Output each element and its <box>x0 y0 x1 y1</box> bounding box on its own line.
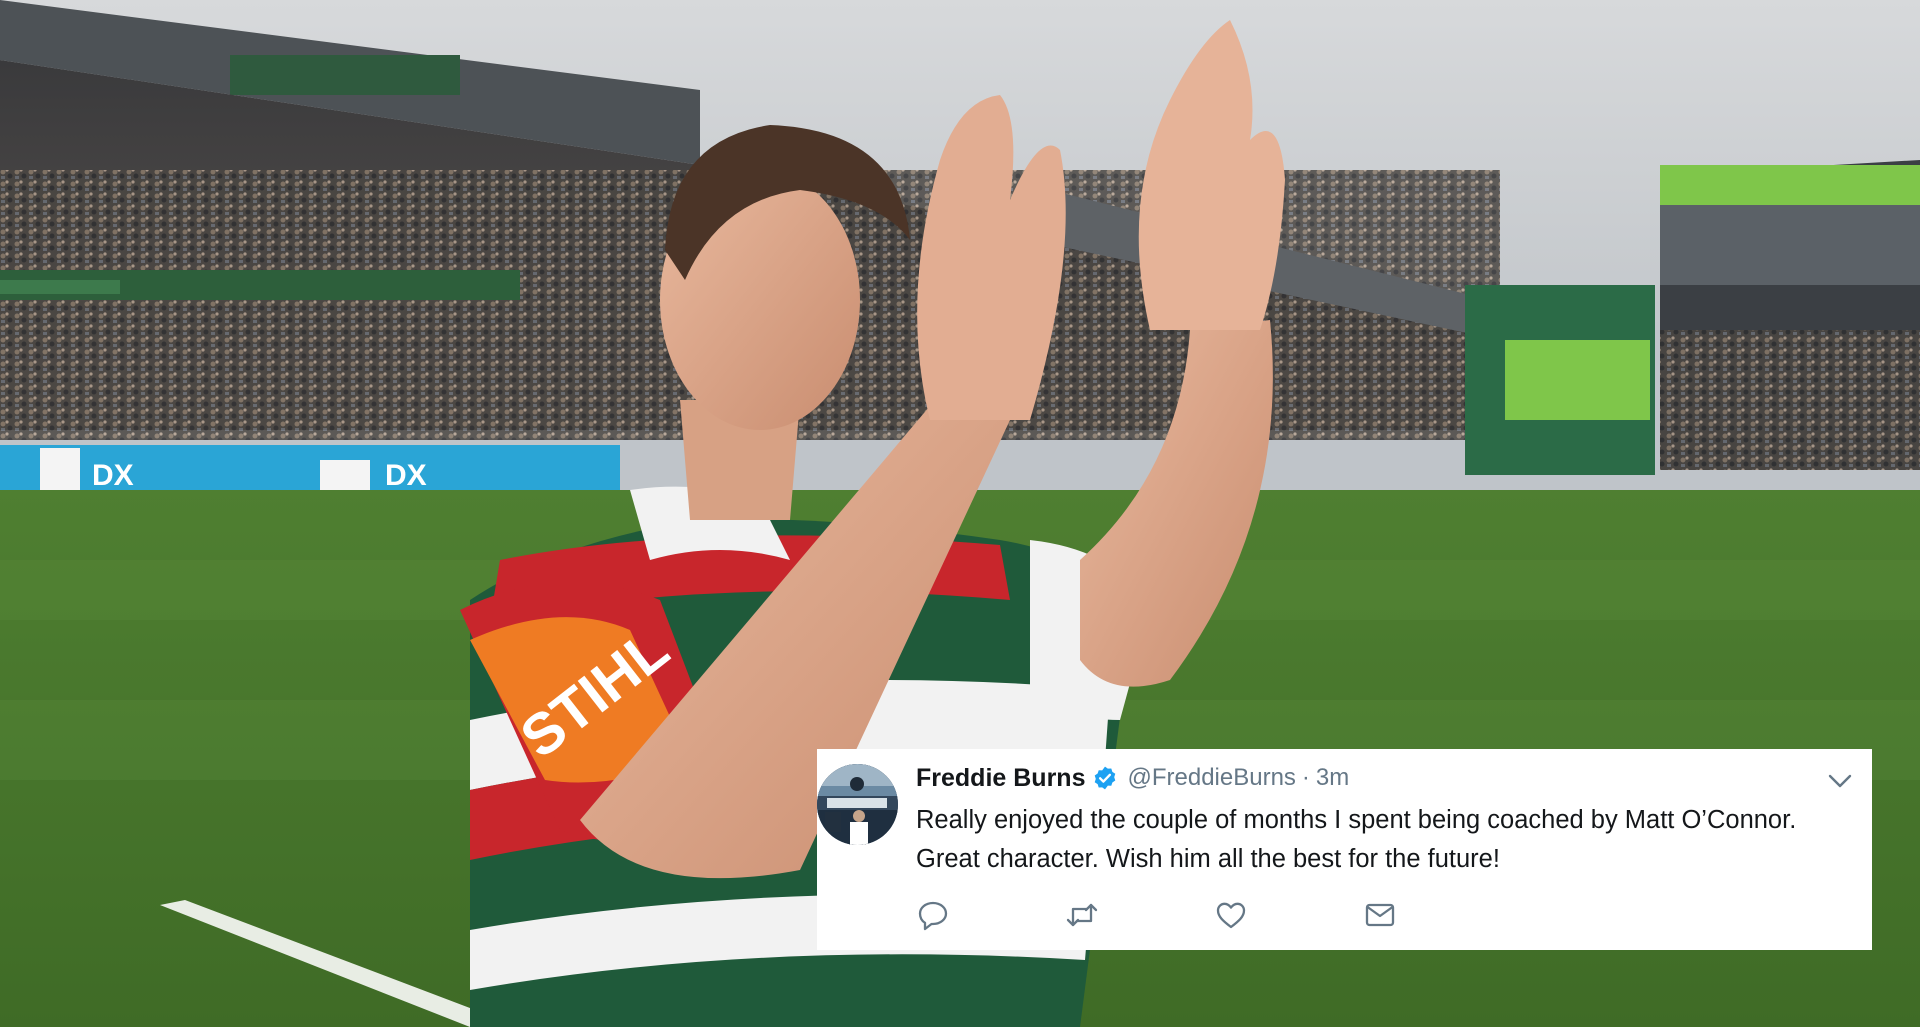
chevron-down-icon[interactable] <box>1828 773 1852 789</box>
ad-board-text-dx-2: DX <box>385 459 427 492</box>
avatar[interactable] <box>817 764 898 845</box>
user-handle[interactable]: @FreddieBurns <box>1127 764 1295 792</box>
display-name[interactable]: Freddie Burns <box>916 764 1085 793</box>
like-icon[interactable] <box>1214 899 1248 931</box>
direct-message-icon[interactable] <box>1363 899 1397 931</box>
tweet-header: Freddie Burns @FreddieBurns · 3m <box>916 762 1349 794</box>
separator-dot: · <box>1301 764 1310 791</box>
tweet-text-line: Great character. Wish him all the best f… <box>916 845 1500 873</box>
green-screen <box>1505 340 1650 420</box>
tweet-card[interactable]: Freddie Burns @FreddieBurns · 3m Really … <box>817 749 1872 950</box>
verified-badge-icon <box>1092 765 1118 791</box>
retweet-icon[interactable] <box>1065 899 1099 931</box>
timestamp[interactable]: 3m <box>1316 764 1349 792</box>
avatar-image <box>817 764 898 845</box>
tweet-text: Really enjoyed the couple of months I sp… <box>916 801 1856 879</box>
reply-icon[interactable] <box>916 899 950 931</box>
tweet-actions <box>916 899 1516 931</box>
ad-board-text-dx: DX <box>92 459 134 492</box>
scene: DX DX STIHL Freddie Burns @FreddieBurns … <box>0 0 1920 1027</box>
tweet-text-line: Really enjoyed the couple of months I sp… <box>916 806 1797 834</box>
